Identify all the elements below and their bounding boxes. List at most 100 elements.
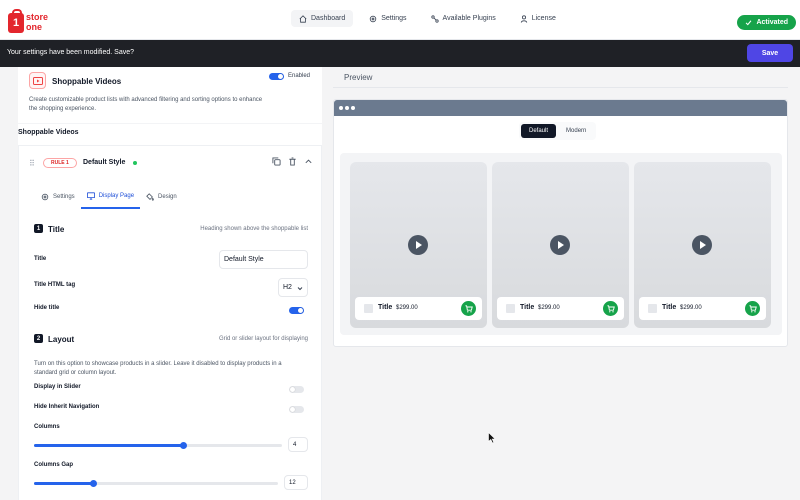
rule-actions [272,157,313,166]
paint-icon [146,193,154,201]
tab-settings[interactable]: Settings [35,186,81,209]
title-html-tag-label: Title HTML tag [34,282,76,288]
cart-icon[interactable] [745,301,760,316]
product-title: Title [520,304,535,311]
cart-icon[interactable] [603,301,618,316]
play-icon[interactable] [692,235,712,255]
gear-icon [370,15,377,22]
hide-title-toggle[interactable] [289,307,304,314]
columns-gap-slider[interactable] [34,480,278,487]
browser-bar [334,100,787,116]
step-1-badge: 1 [34,224,43,233]
activated-label: Activated [756,19,788,26]
columns-slider[interactable] [34,442,282,449]
drag-handle-icon[interactable]: ⠿ [29,159,35,168]
layout-section-heading: Layout [48,335,75,344]
activated-badge: Activated [737,15,796,30]
cart-icon[interactable] [461,301,476,316]
module-description: Create customizable product lists with a… [29,97,263,112]
preview-divider [333,87,788,88]
title-html-tag-select[interactable]: H2 [278,278,308,297]
nav-settings[interactable]: Settings [361,10,414,27]
product-info: Title $299.00 [355,297,482,320]
home-icon [299,14,307,23]
product-thumbnail [648,304,657,313]
logo-text-line1: store [26,12,49,22]
store-one-logo[interactable]: 1 store one [8,9,49,35]
rule-status-dot [133,161,137,165]
product-price: $299.00 [396,305,418,311]
layout-section-hint: Grid or slider layout for displaying [218,336,308,342]
product-thumbnail [364,304,373,313]
nav-available-plugins[interactable]: Available Plugins [423,10,504,27]
product-title: Title [662,304,677,311]
module-enabled-toggle[interactable] [269,73,284,80]
module-header: Shoppable Videos Enabled Create customiz… [18,67,322,124]
columns-slider-fill [34,444,183,447]
module-title: Shoppable Videos [52,77,122,86]
rule-badge: RULE 1 [43,158,77,168]
hide-title-label: Hide title [34,305,60,311]
play-icon[interactable] [408,235,428,255]
nav-license[interactable]: License [512,10,564,27]
nav-available-plugins-label: Available Plugins [442,15,496,22]
columns-gap-label: Columns Gap [34,462,74,468]
title-input[interactable]: Default Style [219,250,308,269]
main-nav: Dashboard Settings Available Plugins Lic… [291,10,564,27]
hide-inherit-navigation-toggle[interactable] [289,406,304,413]
product-info: Title $299.00 [639,297,766,320]
nav-dashboard[interactable]: Dashboard [291,10,354,27]
product-title: Title [378,304,393,311]
product-price: $299.00 [538,305,560,311]
preview-grid: Title $299.00 Title $299.00 Title $299.0… [340,153,782,335]
tab-display-page[interactable]: Display Page [80,186,141,209]
chevron-up-icon[interactable] [304,157,313,166]
mouse-cursor-icon [488,432,496,444]
save-button[interactable]: Save [747,44,793,62]
title-html-tag-value: H2 [283,284,292,291]
nav-settings-label: Settings [381,15,407,22]
columns-gap-input[interactable]: 12 [284,475,308,490]
module-enabled-label: Enabled [288,73,311,79]
video-card[interactable]: Title $299.00 [350,162,487,328]
tab-design[interactable]: Design [140,186,183,209]
trash-icon[interactable] [288,157,297,166]
tab-design-label: Design [158,194,177,200]
columns-slider-thumb[interactable] [179,442,187,449]
rule-name: Default Style [83,159,126,166]
logo-text-line2: one [26,22,43,32]
play-icon[interactable] [550,235,570,255]
section-label: Shoppable Videos [18,129,79,136]
columns-input[interactable]: 4 [288,437,308,452]
columns-gap-slider-thumb[interactable] [89,480,97,487]
unsaved-changes-message: Your settings have been modified. Save? [7,49,134,56]
title-section-heading: Title [48,225,65,234]
settings-panel: Shoppable Videos Enabled Create customiz… [18,67,322,500]
copy-icon[interactable] [272,157,281,166]
tab-display-page-label: Display Page [98,193,135,199]
layout-description: Turn on this option to showcase products… [34,361,282,376]
columns-gap-slider-fill [34,482,93,485]
video-icon [29,72,46,89]
step-2-badge: 2 [34,334,43,343]
mode-modern[interactable]: Modern [558,124,594,138]
window-dot [345,106,349,110]
top-navbar: 1 store one Dashboard Settings Available … [0,0,800,40]
display-in-slider-toggle[interactable] [289,386,304,393]
video-card[interactable]: Title $299.00 [492,162,629,328]
video-card[interactable]: Title $299.00 [634,162,771,328]
columns-label: Columns [34,424,60,430]
hide-inherit-navigation-label: Hide Inherit Navigation [34,404,100,410]
unsaved-changes-bar: Your settings have been modified. Save? … [0,40,800,67]
preview-label: Preview [344,73,373,82]
product-price: $299.00 [680,305,702,311]
tab-settings-label: Settings [53,194,75,200]
display-in-slider-label: Display in Slider [34,384,81,390]
preview-mode-switch: Default Modern [519,122,597,140]
rule-tabs: Settings Display Page Design [35,186,183,209]
mode-default[interactable]: Default [521,124,557,138]
user-icon [520,14,527,23]
nav-license-label: License [531,15,556,22]
check-icon [746,20,752,26]
window-dot [351,106,355,110]
